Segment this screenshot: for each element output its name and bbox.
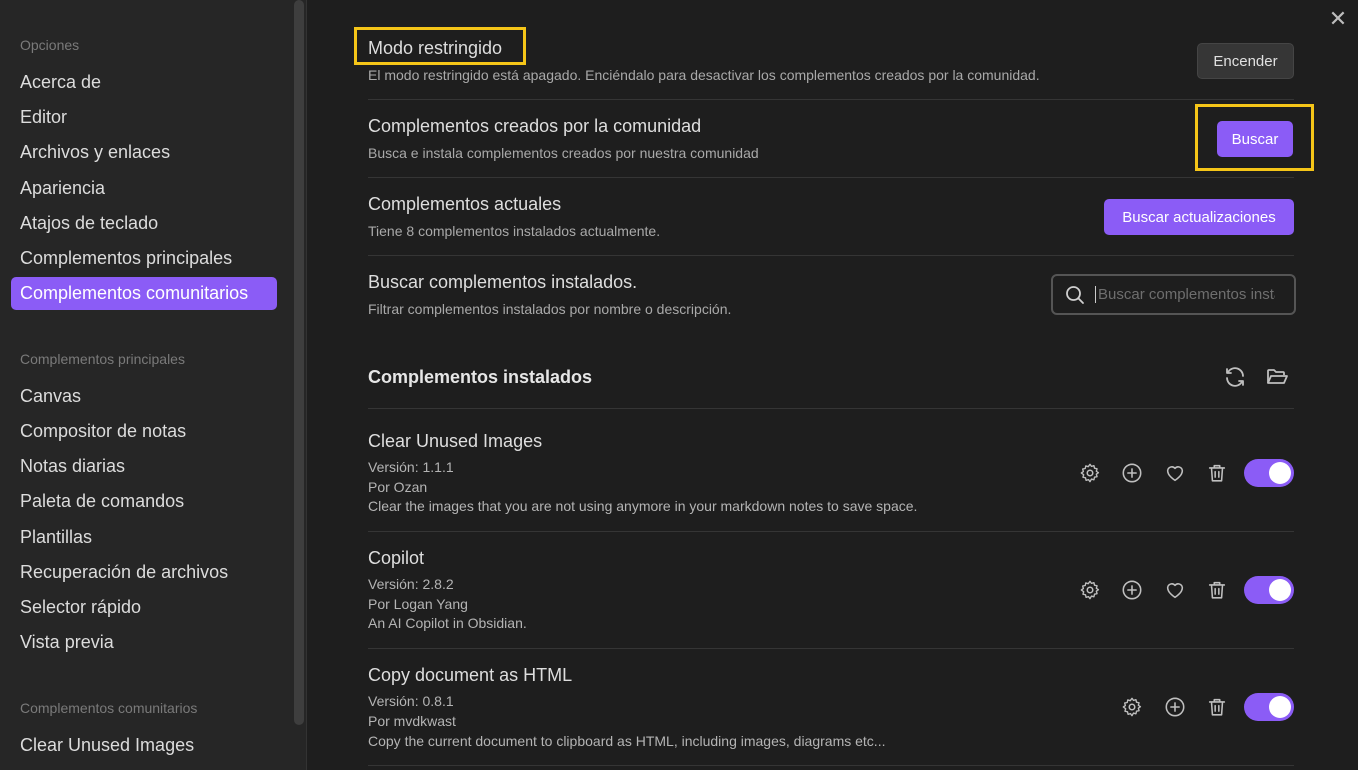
plugin-name: Copilot	[368, 548, 425, 568]
plugin-description: An AI Copilot in Obsidian.	[368, 615, 527, 631]
heart-icon[interactable]	[1164, 462, 1186, 484]
sidebar-item-command-palette[interactable]: Paleta de comandos	[11, 485, 277, 518]
trash-icon[interactable]	[1206, 696, 1228, 718]
plugin-description: Clear the images that you are not using …	[368, 498, 918, 514]
sidebar-item-about[interactable]: Acerca de	[11, 66, 277, 99]
sidebar-item-community-plugins[interactable]: Complementos comunitarios	[11, 277, 277, 310]
sidebar-item-core-plugins[interactable]: Complementos principales	[11, 242, 277, 275]
sidebar-item-canvas[interactable]: Canvas	[11, 380, 277, 413]
plus-circle-icon[interactable]	[1121, 579, 1143, 601]
plugin-name: Clear Unused Images	[368, 431, 543, 451]
divider	[368, 648, 1294, 649]
plugin-author: Por Ozan	[368, 479, 428, 495]
divider	[368, 531, 1294, 532]
settings-sidebar: Opciones Acerca de Editor Archivos y enl…	[0, 0, 307, 770]
plugin-version: Versión: 2.8.2	[368, 576, 454, 592]
sidebar-item-appearance[interactable]: Apariencia	[11, 172, 277, 205]
current-plugins-title: Complementos actuales	[368, 194, 562, 214]
sidebar-scrollbar[interactable]	[294, 0, 304, 725]
sidebar-group-community: Complementos comunitarios	[20, 700, 198, 716]
sidebar-group-options: Opciones	[20, 37, 80, 53]
close-icon[interactable]: ✕	[1328, 8, 1348, 30]
sidebar-item-editor[interactable]: Editor	[11, 101, 277, 134]
plugin-enable-toggle[interactable]	[1244, 459, 1294, 487]
search-icon	[1066, 285, 1084, 304]
heart-icon[interactable]	[1164, 579, 1186, 601]
toggle-knob	[1269, 579, 1291, 601]
divider	[368, 99, 1294, 100]
community-plugins-desc: Busca e instala complementos creados por…	[368, 145, 759, 161]
turn-on-restricted-button[interactable]: Encender	[1197, 43, 1294, 79]
toggle-knob	[1269, 462, 1291, 484]
plus-circle-icon[interactable]	[1164, 696, 1186, 718]
sidebar-item-hotkeys[interactable]: Atajos de teclado	[11, 207, 277, 240]
search-installed-title: Buscar complementos instalados.	[368, 272, 638, 292]
browse-button[interactable]: Buscar	[1217, 121, 1293, 157]
reload-icon[interactable]	[1223, 365, 1247, 389]
gear-icon[interactable]	[1121, 696, 1143, 718]
community-plugins-title: Complementos creados por la comunidad	[368, 116, 702, 136]
sidebar-item-daily-notes[interactable]: Notas diarias	[11, 450, 277, 483]
plugin-enable-toggle[interactable]	[1244, 693, 1294, 721]
plugin-description: Copy the current document to clipboard a…	[368, 733, 886, 749]
plugin-version: Versión: 1.1.1	[368, 459, 454, 475]
sidebar-item-quick-switcher[interactable]: Selector rápido	[11, 591, 277, 624]
search-field[interactable]	[1051, 274, 1296, 315]
check-updates-button[interactable]: Buscar actualizaciones	[1104, 199, 1294, 235]
sidebar-item-clear-unused-images[interactable]: Clear Unused Images	[11, 729, 277, 762]
sidebar-item-templates[interactable]: Plantillas	[11, 521, 277, 554]
toggle-knob	[1269, 696, 1291, 718]
plugin-author: Por Logan Yang	[368, 596, 468, 612]
sidebar-item-page-preview[interactable]: Vista previa	[11, 626, 277, 659]
sidebar-item-file-recovery[interactable]: Recuperación de archivos	[11, 556, 277, 589]
plugin-enable-toggle[interactable]	[1244, 576, 1294, 604]
search-input[interactable]	[1095, 286, 1275, 303]
trash-icon[interactable]	[1206, 579, 1228, 601]
divider	[368, 765, 1294, 766]
plus-circle-icon[interactable]	[1121, 462, 1143, 484]
sidebar-item-note-composer[interactable]: Compositor de notas	[11, 415, 277, 448]
folder-open-icon[interactable]	[1265, 365, 1289, 389]
restricted-mode-title: Modo restringido	[368, 38, 503, 58]
plugin-name: Copy document as HTML	[368, 665, 573, 685]
plugin-version: Versión: 0.8.1	[368, 693, 454, 709]
trash-icon[interactable]	[1206, 462, 1228, 484]
gear-icon[interactable]	[1079, 462, 1101, 484]
sidebar-group-core: Complementos principales	[20, 351, 185, 367]
current-plugins-desc: Tiene 8 complementos instalados actualme…	[368, 223, 661, 239]
gear-icon[interactable]	[1079, 579, 1101, 601]
sidebar-item-files-links[interactable]: Archivos y enlaces	[11, 136, 277, 169]
plugin-author: Por mvdkwast	[368, 713, 456, 729]
installed-plugins-heading: Complementos instalados	[368, 367, 593, 387]
divider	[368, 177, 1294, 178]
divider	[368, 255, 1294, 256]
search-installed-desc: Filtrar complementos instalados por nomb…	[368, 301, 732, 317]
restricted-mode-desc: El modo restringido está apagado. Encién…	[368, 67, 1040, 83]
divider	[368, 408, 1294, 409]
